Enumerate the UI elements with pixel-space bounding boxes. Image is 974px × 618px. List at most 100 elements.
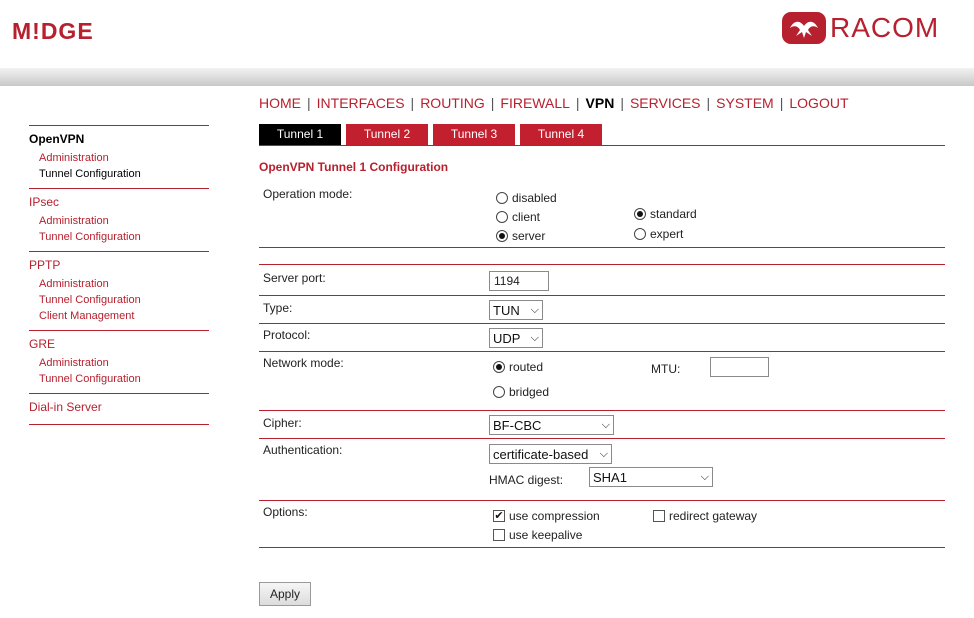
- nav-logout[interactable]: LOGOUT: [789, 95, 848, 111]
- racom-wordmark: RACOM: [830, 12, 940, 43]
- sidebar-item-pptp-administration[interactable]: Administration: [29, 276, 209, 292]
- sidebar-group-dialin: Dial-in Server: [29, 393, 209, 425]
- sidebar-group-openvpn: OpenVPN Administration Tunnel Configurat…: [29, 125, 209, 188]
- use-keepalive-label: use keepalive: [509, 528, 583, 542]
- authentication-select[interactable]: certificate-based ⌵: [489, 444, 612, 464]
- server-port-input[interactable]: 1194: [489, 271, 549, 291]
- checkbox-unchecked-icon[interactable]: [493, 529, 505, 541]
- checkbox-redirect-gateway[interactable]: redirect gateway: [653, 509, 757, 523]
- radio-standard-label: standard: [650, 207, 697, 221]
- row-server-port: Server port: 1194: [259, 264, 945, 296]
- tab-tunnel-1[interactable]: Tunnel 1: [259, 124, 341, 145]
- nav-vpn[interactable]: VPN: [586, 95, 615, 111]
- radio-dot[interactable]: [496, 192, 508, 204]
- nav-interfaces[interactable]: INTERFACES: [317, 95, 405, 111]
- checkbox-unchecked-icon[interactable]: [653, 510, 665, 522]
- radio-standard[interactable]: standard: [634, 207, 697, 221]
- radio-dot-selected[interactable]: [634, 208, 646, 220]
- midge-logo: M!DGE: [12, 18, 94, 44]
- sidebar-head-ipsec[interactable]: IPsec: [29, 195, 209, 209]
- network-mode-label: Network mode:: [263, 356, 344, 370]
- nav-firewall[interactable]: FIREWALL: [500, 95, 570, 111]
- apply-button[interactable]: Apply: [259, 582, 311, 606]
- radio-bridged-label: bridged: [509, 385, 550, 399]
- chevron-down-icon: ⌵: [599, 447, 608, 460]
- racom-logo: RACOM: [782, 12, 939, 44]
- sidebar-item-ipsec-tunnel-configuration[interactable]: Tunnel Configuration: [29, 229, 209, 245]
- radio-expert-label: expert: [650, 227, 684, 241]
- checkbox-use-keepalive[interactable]: use keepalive: [493, 528, 582, 542]
- cipher-label: Cipher:: [263, 416, 302, 430]
- sidebar-item-pptp-client-management[interactable]: Client Management: [29, 308, 209, 324]
- row-network-mode: Network mode: routed bridged MTU:: [259, 352, 945, 411]
- radio-dot-selected[interactable]: [496, 230, 508, 242]
- hmac-digest-select-value: SHA1: [593, 469, 627, 485]
- nav-home[interactable]: HOME: [259, 95, 301, 111]
- sidebar-head-pptp[interactable]: PPTP: [29, 258, 209, 272]
- section-title: OpenVPN Tunnel 1 Configuration: [259, 160, 449, 174]
- radio-dot[interactable]: [634, 228, 646, 240]
- mtu-label: MTU:: [651, 362, 681, 376]
- sidebar-group-pptp: PPTP Administration Tunnel Configuration…: [29, 251, 209, 330]
- authentication-select-value: certificate-based: [493, 446, 589, 462]
- sidebar-head-dialin-server[interactable]: Dial-in Server: [29, 400, 209, 414]
- hmac-digest-select[interactable]: SHA1 ⌵: [589, 467, 713, 487]
- header-bar: [0, 68, 974, 86]
- cipher-select-value: BF-CBC: [493, 417, 542, 433]
- radio-dot[interactable]: [493, 386, 505, 398]
- chevron-down-icon: ⌵: [530, 303, 539, 316]
- sidebar-item-gre-tunnel-configuration[interactable]: Tunnel Configuration: [29, 371, 209, 387]
- radio-routed[interactable]: routed: [493, 360, 543, 374]
- main-nav: HOME | INTERFACES | ROUTING | FIREWALL | VPN | SER…: [259, 95, 849, 111]
- operation-mode-label: Operation mode:: [263, 187, 353, 201]
- protocol-select-value: UDP: [493, 330, 521, 346]
- row-operation-mode: Operation mode: disabled client server s…: [259, 182, 945, 248]
- chevron-down-icon: ⌵: [700, 470, 709, 483]
- row-protocol: Protocol: UDP ⌵: [259, 324, 945, 352]
- use-compression-label: use compression: [509, 509, 600, 523]
- type-select[interactable]: TUN ⌵: [489, 300, 543, 320]
- radio-server-label: server: [512, 229, 546, 243]
- sidebar-item-ipsec-administration[interactable]: Administration: [29, 213, 209, 229]
- sidebar-item-pptp-tunnel-configuration[interactable]: Tunnel Configuration: [29, 292, 209, 308]
- sidebar-head-openvpn[interactable]: OpenVPN: [29, 132, 209, 146]
- radio-dot[interactable]: [496, 211, 508, 223]
- radio-server[interactable]: server: [496, 229, 545, 243]
- tab-tunnel-2[interactable]: Tunnel 2: [346, 124, 428, 145]
- sidebar-item-gre-administration[interactable]: Administration: [29, 355, 209, 371]
- row-type: Type: TUN ⌵: [259, 296, 945, 324]
- radio-dot-selected[interactable]: [493, 361, 505, 373]
- sidebar-item-openvpn-administration[interactable]: Administration: [29, 150, 209, 166]
- authentication-label: Authentication:: [263, 443, 343, 457]
- radio-disabled[interactable]: disabled: [496, 191, 557, 205]
- chevron-down-icon: ⌵: [530, 331, 539, 344]
- nav-system[interactable]: SYSTEM: [716, 95, 774, 111]
- protocol-select[interactable]: UDP ⌵: [489, 328, 543, 348]
- cipher-select[interactable]: BF-CBC ⌵: [489, 415, 614, 435]
- nav-services[interactable]: SERVICES: [630, 95, 701, 111]
- radio-expert[interactable]: expert: [634, 227, 683, 241]
- radio-bridged[interactable]: bridged: [493, 385, 549, 399]
- tab-tunnel-4[interactable]: Tunnel 4: [520, 124, 602, 145]
- server-port-label: Server port:: [263, 271, 326, 285]
- sidebar-group-gre: GRE Administration Tunnel Configuration: [29, 330, 209, 393]
- hmac-digest-label: HMAC digest:: [489, 473, 564, 487]
- chevron-down-icon: ⌵: [601, 418, 610, 431]
- nav-routing[interactable]: ROUTING: [420, 95, 485, 111]
- protocol-label: Protocol:: [263, 328, 311, 342]
- tab-tunnel-3[interactable]: Tunnel 3: [433, 124, 515, 145]
- tab-divider: [259, 145, 945, 146]
- checkbox-use-compression[interactable]: ✔ use compression: [493, 509, 600, 523]
- row-authentication: Authentication: certificate-based ⌵ HMAC …: [259, 439, 945, 501]
- row-cipher: Cipher: BF-CBC ⌵: [259, 411, 945, 439]
- checkbox-checked-icon[interactable]: ✔: [493, 510, 505, 522]
- racom-emblem-icon: [782, 12, 826, 44]
- header: M!DGE RACOM: [0, 0, 974, 68]
- redirect-gateway-label: redirect gateway: [669, 509, 758, 523]
- sidebar-group-ipsec: IPsec Administration Tunnel Configuratio…: [29, 188, 209, 251]
- radio-client[interactable]: client: [496, 210, 540, 224]
- sidebar-head-gre[interactable]: GRE: [29, 337, 209, 351]
- mtu-input[interactable]: [710, 357, 769, 377]
- sidebar-item-openvpn-tunnel-configuration[interactable]: Tunnel Configuration: [29, 166, 209, 182]
- radio-routed-label: routed: [509, 360, 544, 374]
